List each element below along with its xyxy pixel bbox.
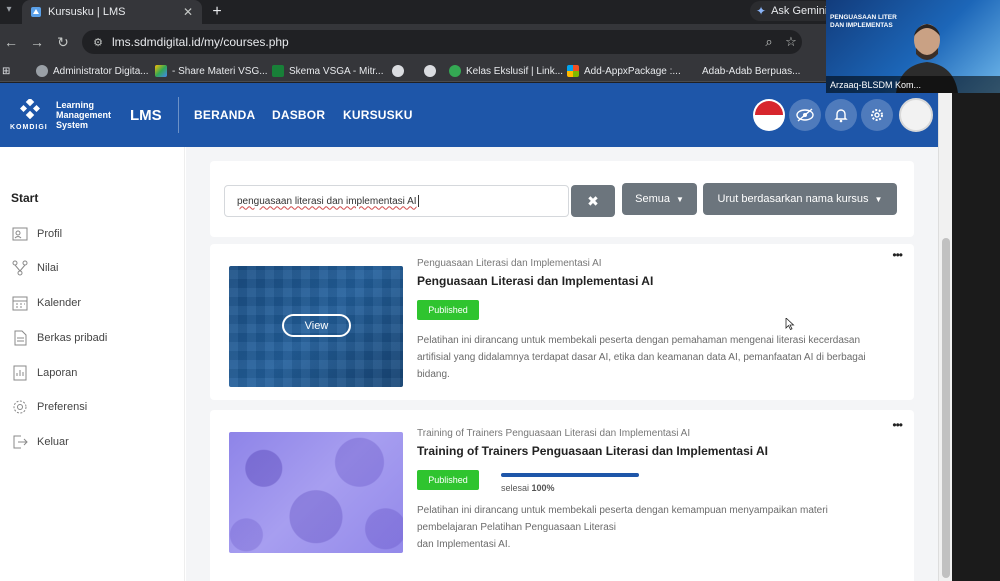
course-category: Penguasaan Literasi dan Implementasi AI bbox=[417, 258, 602, 269]
sidebar-title: Start bbox=[11, 191, 39, 205]
filter-bar: penguasaan literasi dan implementasi AI … bbox=[210, 161, 914, 237]
nav-kursusku[interactable]: KURSUSKU bbox=[343, 108, 413, 122]
nav-beranda[interactable]: BERANDA bbox=[194, 108, 255, 122]
zoom-icon[interactable]: ⌕ bbox=[758, 34, 780, 50]
language-flag-icon[interactable] bbox=[753, 99, 785, 131]
course-description: Pelatihan ini dirancang untuk membekali … bbox=[417, 505, 828, 550]
sidebar-item-laporan[interactable]: Laporan bbox=[11, 364, 77, 382]
reload-icon[interactable]: ↻ bbox=[52, 24, 74, 60]
sheets-icon bbox=[272, 65, 284, 77]
bookmark-item[interactable] bbox=[392, 60, 409, 82]
clear-search-button[interactable]: ✖ bbox=[571, 185, 615, 217]
sidebar-item-nilai[interactable]: Nilai bbox=[11, 259, 58, 277]
course-category: Training of Trainers Penguasaan Literasi… bbox=[417, 428, 691, 439]
calendar-icon bbox=[12, 296, 28, 311]
progress-text: selesai 100% bbox=[501, 483, 555, 493]
globe-icon bbox=[424, 65, 436, 77]
brand-short: LMS bbox=[130, 107, 162, 124]
participant-name: Arzaaq-BLSDM Kom... bbox=[826, 76, 1000, 93]
brand-word: KOMDIGI bbox=[10, 124, 48, 131]
top-navbar: KOMDIGI Learning Management System LMS B… bbox=[0, 83, 938, 147]
scrollbar-thumb[interactable] bbox=[942, 238, 950, 578]
text-caret bbox=[417, 195, 419, 207]
user-avatar[interactable] bbox=[899, 98, 933, 132]
chevron-down-icon: ▼ bbox=[675, 194, 684, 204]
bookmark-item[interactable] bbox=[424, 60, 441, 82]
status-badge: Published bbox=[417, 300, 479, 320]
gemini-spark-icon: ✦ bbox=[756, 4, 767, 18]
sort-dropdown[interactable]: Urut berdasarkan nama kursus ▼ bbox=[703, 183, 897, 215]
course-title-link[interactable]: Training of Trainers Penguasaan Literasi… bbox=[417, 444, 768, 458]
grouping-dropdown[interactable]: Semua ▼ bbox=[622, 183, 697, 215]
tab-favicon-icon bbox=[31, 7, 41, 17]
bookmark-item[interactable]: Administrator Digita... bbox=[36, 60, 149, 82]
sidebar-item-berkas-pribadi[interactable]: Berkas pribadi bbox=[11, 329, 107, 347]
ask-gemini-button[interactable]: ✦ Ask Gemini bbox=[750, 1, 834, 21]
new-tab-button[interactable]: + bbox=[207, 1, 227, 23]
sidebar-item-preferensi[interactable]: Preferensi bbox=[11, 398, 87, 416]
preferences-icon bbox=[13, 400, 27, 414]
course-thumbnail[interactable]: View bbox=[229, 266, 403, 387]
url-text[interactable]: lms.sdmdigital.id/my/courses.php bbox=[112, 35, 758, 49]
course-thumbnail[interactable] bbox=[229, 432, 403, 553]
sidebar-item-profil[interactable]: Profil bbox=[11, 225, 62, 243]
ask-gemini-label: Ask Gemini bbox=[771, 5, 828, 17]
course-overview: penguasaan literasi dan implementasi AI … bbox=[186, 147, 938, 581]
apps-grid-icon[interactable]: ⊞ bbox=[2, 60, 16, 82]
omnibox[interactable]: ⚙ lms.sdmdigital.id/my/courses.php ⌕ ☆ bbox=[82, 30, 802, 54]
mouse-pointer-icon bbox=[785, 318, 795, 330]
drive-icon bbox=[155, 65, 167, 77]
progress-fill bbox=[501, 473, 639, 477]
course-search-input[interactable]: penguasaan literasi dan implementasi AI bbox=[224, 185, 569, 217]
tab-title: Kursusku | LMS bbox=[48, 6, 126, 18]
komdigi-logo[interactable]: KOMDIGI bbox=[10, 99, 54, 133]
nav-divider bbox=[178, 97, 179, 133]
webcam-video-tile: PENGUASAAN LITER DAN IMPLEMENTAS Arzaaq-… bbox=[826, 0, 1000, 93]
komdigi-logo-icon bbox=[20, 99, 40, 119]
chevron-down-icon: ▼ bbox=[874, 194, 883, 204]
back-arrow-icon[interactable]: ← bbox=[0, 24, 22, 60]
site-info-icon[interactable]: ⚙ bbox=[90, 36, 106, 49]
desktop-background bbox=[952, 93, 1000, 581]
course-title-link[interactable]: Penguasaan Literasi dan Implementasi AI bbox=[417, 274, 653, 288]
bookmark-item[interactable]: - Share Materi VSG... bbox=[155, 60, 268, 82]
sidebar-item-keluar[interactable]: Keluar bbox=[11, 433, 69, 451]
sidebar: Start Profil Nilai Kalender Berkas priba… bbox=[0, 147, 185, 581]
page-scrollbar[interactable]: ▲ bbox=[938, 83, 952, 581]
globe-icon bbox=[392, 65, 404, 77]
course-card: View Penguasaan Literasi dan Implementas… bbox=[210, 244, 914, 400]
notification-bell-icon[interactable] bbox=[825, 99, 857, 131]
visibility-toggle-icon[interactable] bbox=[789, 99, 821, 131]
globe-icon bbox=[36, 65, 48, 77]
status-badge: Published bbox=[417, 470, 479, 490]
course-menu-icon[interactable]: ••• bbox=[892, 418, 903, 432]
browser-tab[interactable]: Kursusku | LMS ✕ bbox=[22, 0, 202, 24]
profile-icon bbox=[12, 227, 28, 241]
course-card: Training of Trainers Penguasaan Literasi… bbox=[210, 410, 914, 581]
tab-search-icon[interactable]: ▾ bbox=[2, 4, 16, 20]
grades-icon bbox=[12, 260, 28, 276]
sidebar-item-kalender[interactable]: Kalender bbox=[11, 294, 81, 312]
logout-icon bbox=[13, 435, 28, 449]
course-menu-icon[interactable]: ••• bbox=[892, 248, 903, 262]
reports-icon bbox=[13, 365, 27, 381]
files-icon bbox=[14, 330, 27, 346]
bookmark-item[interactable]: Add-AppxPackage :... bbox=[567, 60, 681, 82]
brand-fullname: Learning Management System bbox=[56, 100, 112, 130]
lms-page: KOMDIGI Learning Management System LMS B… bbox=[0, 83, 938, 581]
leaf-icon bbox=[449, 65, 461, 77]
settings-gear-icon[interactable] bbox=[861, 99, 893, 131]
nav-dasbor[interactable]: DASBOR bbox=[272, 108, 325, 122]
bookmark-item[interactable]: Skema VSGA - Mitr... bbox=[272, 60, 383, 82]
course-progress-bar bbox=[501, 473, 639, 477]
forward-arrow-icon[interactable]: → bbox=[26, 24, 48, 60]
bookmark-star-icon[interactable]: ☆ bbox=[780, 34, 802, 50]
tab-close-icon[interactable]: ✕ bbox=[180, 5, 196, 19]
bookmark-item[interactable]: Adab-Adab Berpuas... bbox=[702, 60, 800, 82]
bookmark-item[interactable]: Kelas Ekslusif | Link... bbox=[449, 60, 563, 82]
course-description: Pelatihan ini dirancang untuk membekali … bbox=[417, 335, 866, 380]
view-course-button[interactable]: View bbox=[282, 314, 351, 337]
microsoft-icon bbox=[567, 65, 579, 77]
banner-title: PENGUASAAN LITER DAN IMPLEMENTAS bbox=[830, 14, 897, 29]
